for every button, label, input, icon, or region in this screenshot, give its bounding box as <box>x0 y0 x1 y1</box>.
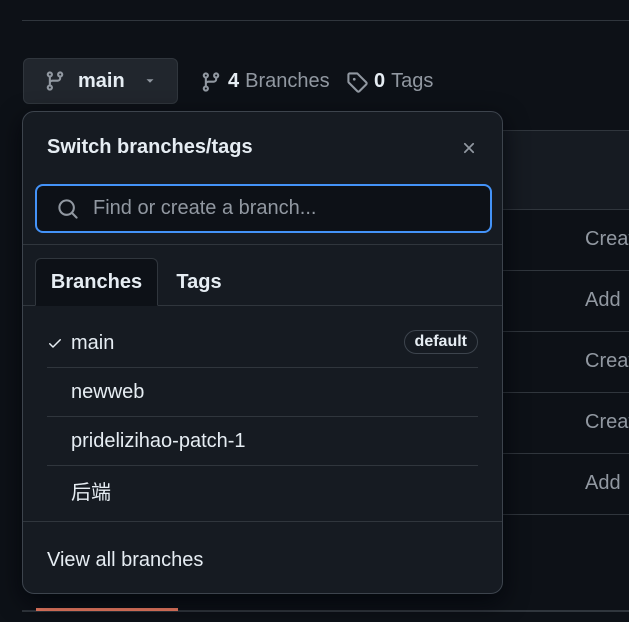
search-icon <box>57 198 79 220</box>
commit-message[interactable]: Add <box>585 289 621 312</box>
current-branch-label: main <box>78 69 125 92</box>
branch-name: newweb <box>71 380 145 403</box>
branch-item-backend[interactable]: 后端 <box>47 466 478 514</box>
check-icon <box>47 335 71 351</box>
caret-down-icon <box>143 74 157 88</box>
branch-name: main <box>71 331 115 354</box>
branch-selector-button[interactable]: main <box>23 58 178 104</box>
dropdown-header: Switch branches/tags <box>23 112 502 184</box>
commit-message[interactable]: Creat <box>585 350 629 373</box>
tags-count: 0 <box>374 70 386 92</box>
close-icon[interactable] <box>460 139 478 157</box>
branches-link[interactable]: 4 Branches <box>200 70 330 93</box>
git-branch-icon <box>200 71 222 93</box>
default-badge: default <box>403 330 478 354</box>
branch-list: main default newweb pridelizihao-patch-1… <box>47 319 478 514</box>
branch-search-input[interactable] <box>91 196 455 221</box>
branch-switcher-dropdown: Switch branches/tags Branches Tags <box>22 111 503 594</box>
branch-name: pridelizihao-patch-1 <box>71 429 246 452</box>
branch-item-main[interactable]: main default <box>47 319 478 368</box>
dropdown-title: Switch branches/tags <box>47 136 253 158</box>
tab-branches[interactable]: Branches <box>35 258 158 306</box>
divider <box>23 244 502 245</box>
branch-tag-tabs: Branches Tags <box>23 258 502 306</box>
tags-link[interactable]: 0 Tags <box>346 70 433 93</box>
commit-message[interactable]: Creat <box>585 411 629 434</box>
git-branch-icon <box>44 70 66 92</box>
divider <box>23 521 502 522</box>
commit-message[interactable]: Add <box>585 472 621 495</box>
commit-message[interactable]: Creat <box>585 228 629 251</box>
branch-item-pridelizihao-patch-1[interactable]: pridelizihao-patch-1 <box>47 417 478 466</box>
active-tab-underline <box>36 608 178 611</box>
branches-label: Branches <box>245 70 330 92</box>
tab-tags[interactable]: Tags <box>163 258 235 306</box>
tag-icon <box>346 71 368 93</box>
view-all-branches-link[interactable]: View all branches <box>47 549 203 572</box>
branch-search-field[interactable] <box>35 184 492 233</box>
branches-count: 4 <box>228 70 240 92</box>
tags-label: Tags <box>391 70 434 92</box>
branch-name: 后端 <box>71 481 111 504</box>
branch-item-newweb[interactable]: newweb <box>47 368 478 417</box>
top-divider <box>22 20 629 21</box>
repo-page: main 4 Branches 0 Tags Creat Add Creat C… <box>0 0 629 622</box>
